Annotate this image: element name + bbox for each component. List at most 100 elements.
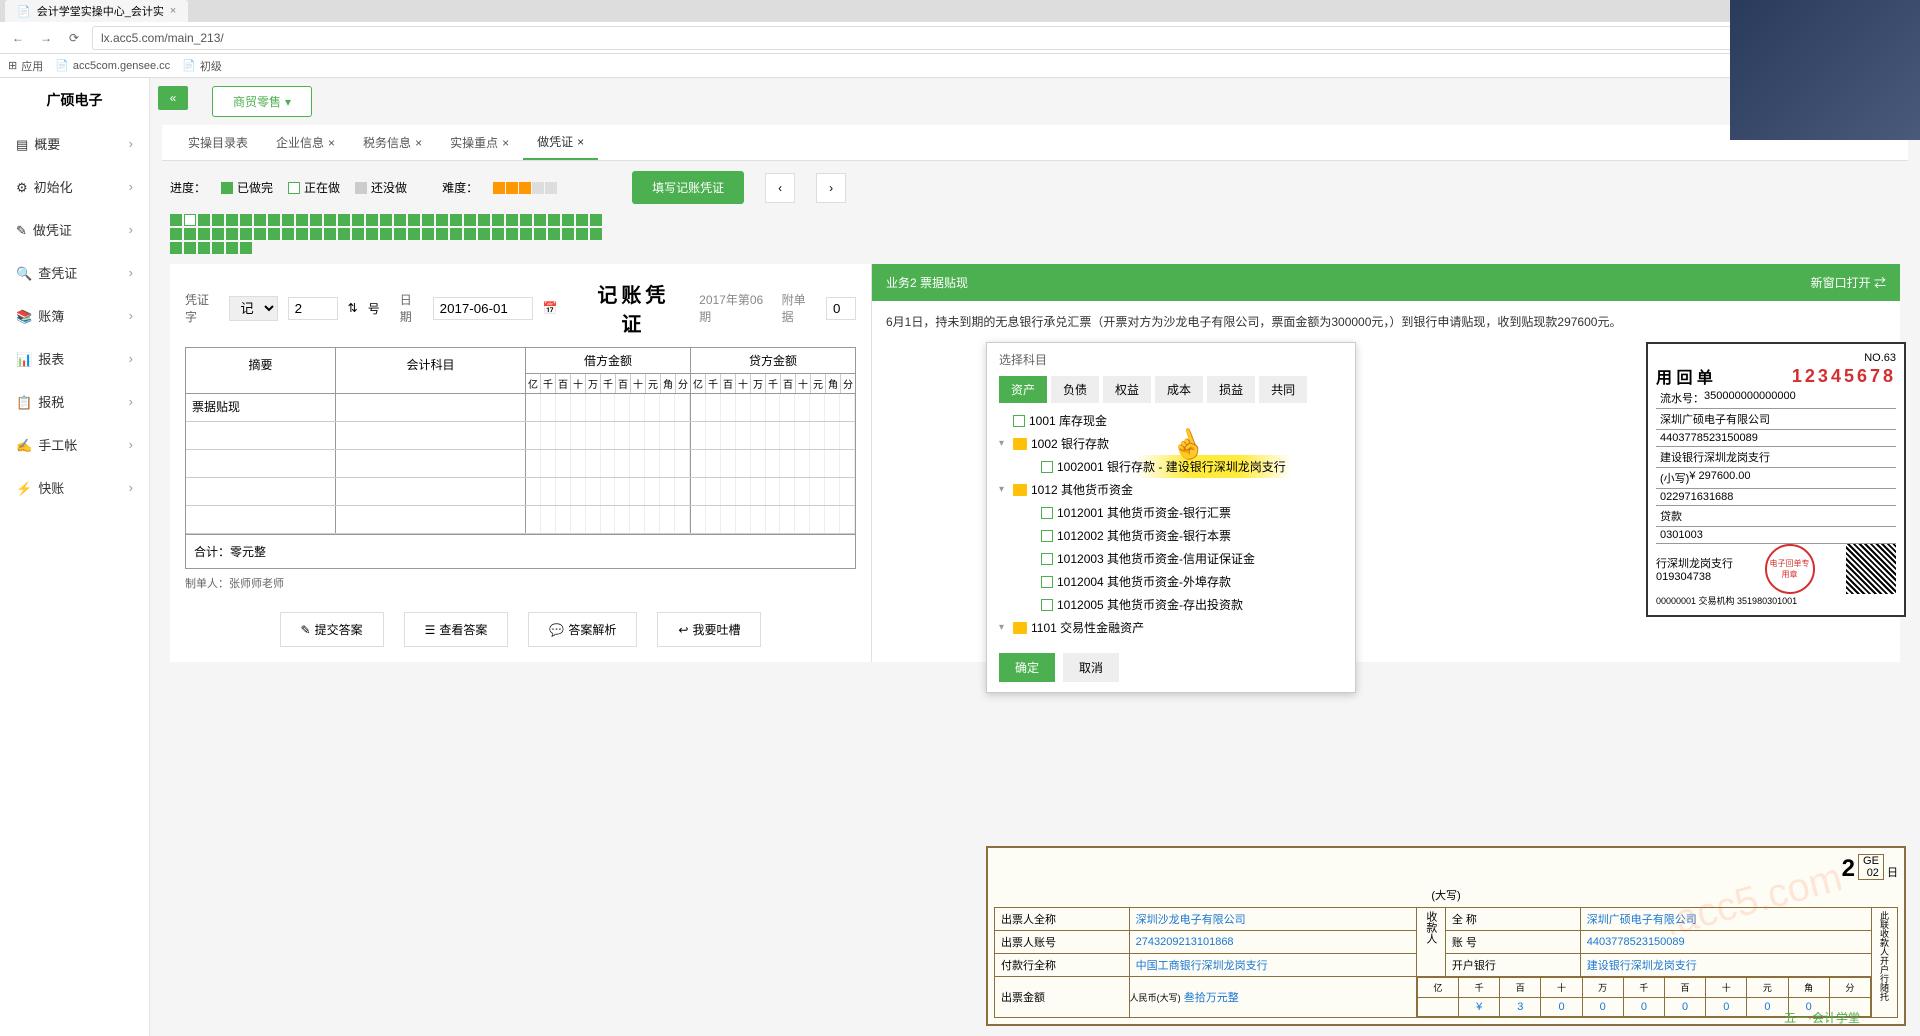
progress-cell[interactable] bbox=[450, 214, 462, 226]
progress-cell[interactable] bbox=[422, 228, 434, 240]
progress-cell[interactable] bbox=[296, 228, 308, 240]
sidebar-item-3[interactable]: 🔍查凭证› bbox=[0, 251, 149, 294]
progress-cell[interactable] bbox=[352, 214, 364, 226]
voucher-row[interactable] bbox=[186, 422, 855, 450]
close-icon[interactable]: × bbox=[502, 136, 509, 150]
voucher-row[interactable] bbox=[186, 478, 855, 506]
updown-icon[interactable]: ⇅ bbox=[348, 301, 358, 315]
next-task-button[interactable]: › bbox=[816, 173, 846, 203]
progress-cell[interactable] bbox=[212, 214, 224, 226]
account-tree-item[interactable]: 1012003 其他货币资金-信用证保证金 bbox=[999, 547, 1343, 570]
prev-task-button[interactable]: ‹ bbox=[765, 173, 795, 203]
tab-4[interactable]: 做凭证 × bbox=[523, 125, 598, 160]
progress-cell[interactable] bbox=[478, 228, 490, 240]
progress-cell[interactable] bbox=[590, 214, 602, 226]
url-bar[interactable]: lx.acc5.com/main_213/ bbox=[92, 26, 1912, 50]
account-tree-item[interactable]: 1012004 其他货币资金-外埠存款 bbox=[999, 570, 1343, 593]
progress-cell[interactable] bbox=[282, 228, 294, 240]
progress-cell[interactable] bbox=[408, 228, 420, 240]
view-answer-button[interactable]: ☰ 查看答案 bbox=[404, 612, 509, 647]
progress-cell[interactable] bbox=[240, 214, 252, 226]
progress-cell[interactable] bbox=[324, 214, 336, 226]
progress-cell[interactable] bbox=[184, 228, 196, 240]
selector-tab-3[interactable]: 成本 bbox=[1155, 376, 1203, 403]
voucher-row[interactable] bbox=[186, 506, 855, 534]
sidebar-item-7[interactable]: ✍手工帐› bbox=[0, 423, 149, 466]
progress-cell[interactable] bbox=[548, 214, 560, 226]
sidebar-item-4[interactable]: 📚账簿› bbox=[0, 294, 149, 337]
account-tree-item[interactable]: 1012002 其他货币资金-银行本票 bbox=[999, 524, 1343, 547]
progress-cell[interactable] bbox=[226, 242, 238, 254]
sidebar-item-5[interactable]: 📊报表› bbox=[0, 337, 149, 380]
progress-cell[interactable] bbox=[576, 228, 588, 240]
selector-tab-1[interactable]: 负债 bbox=[1051, 376, 1099, 403]
sidebar-item-1[interactable]: ⚙初始化› bbox=[0, 165, 149, 208]
sidebar-item-2[interactable]: ✎做凭证› bbox=[0, 208, 149, 251]
sidebar-item-6[interactable]: 📋报税› bbox=[0, 380, 149, 423]
calendar-icon[interactable]: 📅 bbox=[543, 301, 558, 315]
progress-cell[interactable] bbox=[338, 228, 350, 240]
progress-cell[interactable] bbox=[436, 228, 448, 240]
close-icon[interactable]: × bbox=[577, 135, 584, 149]
selector-tab-0[interactable]: 资产 bbox=[999, 376, 1047, 403]
progress-cell[interactable] bbox=[436, 214, 448, 226]
selector-tab-2[interactable]: 权益 bbox=[1103, 376, 1151, 403]
progress-cell[interactable] bbox=[520, 228, 532, 240]
progress-cell[interactable] bbox=[310, 228, 322, 240]
progress-cell[interactable] bbox=[380, 228, 392, 240]
progress-cell[interactable] bbox=[310, 214, 322, 226]
progress-cell[interactable] bbox=[478, 214, 490, 226]
close-icon[interactable]: × bbox=[415, 136, 422, 150]
progress-cell[interactable] bbox=[212, 242, 224, 254]
progress-cell[interactable] bbox=[254, 228, 266, 240]
account-tree-item[interactable]: ▾1012 其他货币资金 bbox=[999, 478, 1343, 501]
browser-tab[interactable]: 📄 会计学堂实操中心_会计实 × bbox=[5, 0, 188, 22]
progress-cell[interactable] bbox=[408, 214, 420, 226]
apps-button[interactable]: ⊞ 应用 bbox=[8, 58, 43, 74]
voucher-word-select[interactable]: 记 bbox=[229, 296, 277, 321]
progress-cell[interactable] bbox=[562, 214, 574, 226]
answer-analysis-button[interactable]: 💬 答案解析 bbox=[528, 612, 637, 647]
progress-cell[interactable] bbox=[226, 228, 238, 240]
progress-cell[interactable] bbox=[464, 214, 476, 226]
progress-cell[interactable] bbox=[338, 214, 350, 226]
voucher-row[interactable]: 票据贴现 bbox=[186, 394, 855, 422]
progress-cell[interactable] bbox=[492, 214, 504, 226]
progress-cell[interactable] bbox=[240, 228, 252, 240]
confirm-button[interactable]: 确定 bbox=[999, 653, 1055, 682]
progress-cell[interactable] bbox=[170, 228, 182, 240]
open-new-window-button[interactable]: 新窗口打开 ⇄ bbox=[1811, 274, 1886, 291]
tab-1[interactable]: 企业信息 × bbox=[262, 125, 349, 160]
close-icon[interactable]: × bbox=[170, 5, 176, 17]
submit-answer-button[interactable]: ✎ 提交答案 bbox=[280, 612, 384, 647]
attachment-input[interactable] bbox=[826, 297, 856, 320]
fill-voucher-button[interactable]: 填写记账凭证 bbox=[632, 171, 744, 204]
voucher-row[interactable] bbox=[186, 450, 855, 478]
tab-3[interactable]: 实操重点 × bbox=[436, 125, 523, 160]
progress-cell[interactable] bbox=[380, 214, 392, 226]
bookmark-gensee[interactable]: 📄 acc5com.gensee.cc bbox=[55, 59, 170, 72]
progress-cell[interactable] bbox=[254, 214, 266, 226]
account-tree-item[interactable]: 1012005 其他货币资金-存出投资款 bbox=[999, 593, 1343, 616]
progress-cell[interactable] bbox=[212, 228, 224, 240]
progress-cell[interactable] bbox=[296, 214, 308, 226]
reload-button[interactable]: ⟳ bbox=[64, 28, 84, 48]
progress-cell[interactable] bbox=[170, 242, 182, 254]
complain-button[interactable]: ↩ 我要吐槽 bbox=[657, 612, 761, 647]
tab-2[interactable]: 税务信息 × bbox=[349, 125, 436, 160]
account-tree-item[interactable]: 1001 库存现金 bbox=[999, 409, 1343, 432]
selector-tab-5[interactable]: 共同 bbox=[1259, 376, 1307, 403]
progress-cell[interactable] bbox=[198, 242, 210, 254]
progress-cell[interactable] bbox=[366, 214, 378, 226]
progress-cell[interactable] bbox=[324, 228, 336, 240]
progress-cell[interactable] bbox=[534, 228, 546, 240]
progress-cell[interactable] bbox=[534, 214, 546, 226]
progress-cell[interactable] bbox=[198, 228, 210, 240]
progress-cell[interactable] bbox=[268, 214, 280, 226]
cancel-button[interactable]: 取消 bbox=[1063, 653, 1119, 682]
progress-cell[interactable] bbox=[394, 228, 406, 240]
bookmark-chuji[interactable]: 📄 初级 bbox=[182, 58, 222, 74]
collapse-sidebar-button[interactable]: « bbox=[158, 86, 188, 110]
account-tree-item[interactable]: ▾1002 银行存款 bbox=[999, 432, 1343, 455]
progress-cell[interactable] bbox=[590, 228, 602, 240]
